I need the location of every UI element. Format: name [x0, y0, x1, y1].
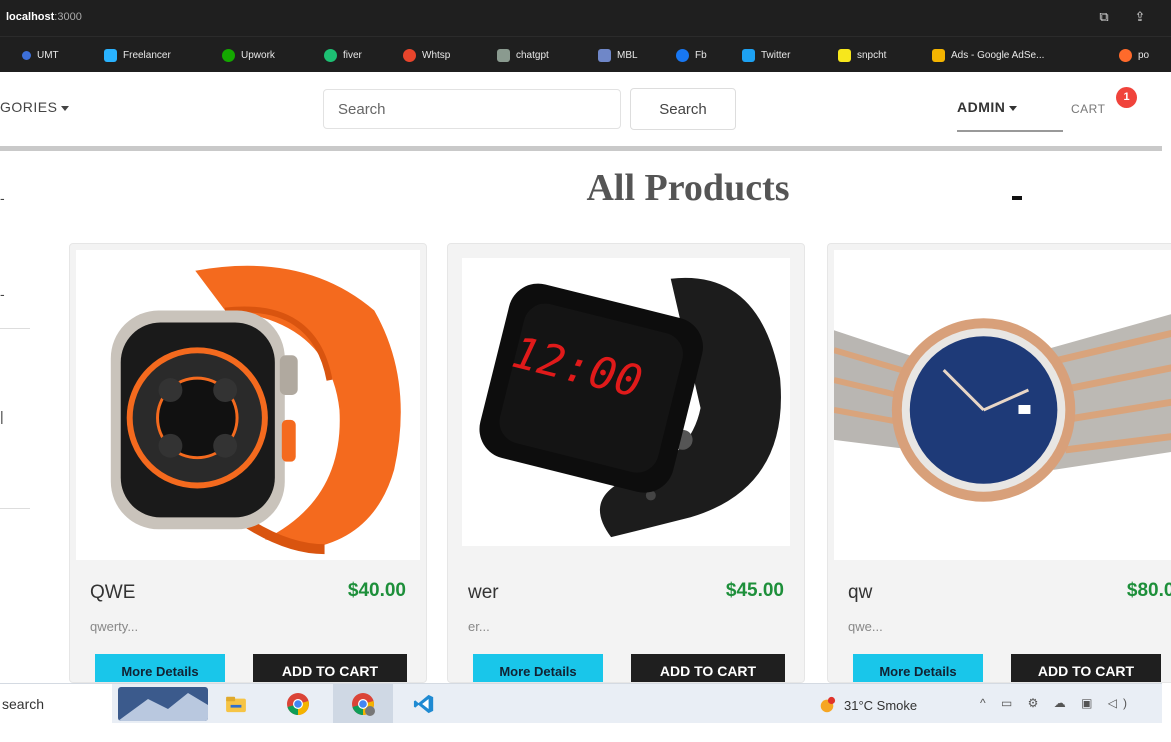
sidebar-divider [0, 328, 30, 329]
weather-widget[interactable]: 31°C Smoke [818, 696, 917, 714]
bookmark-favicon-icon [932, 48, 945, 62]
bookmark-label: fiver [343, 49, 362, 61]
bookmark-favicon-icon [1119, 48, 1132, 62]
more-details-button[interactable]: More Details [473, 654, 603, 682]
bookmark-favicon-icon [497, 48, 510, 62]
bookmark-label: UMT [37, 49, 59, 61]
add-to-cart-button[interactable]: ADD TO CART [631, 654, 785, 682]
bookmark-favicon-icon [838, 48, 851, 62]
more-details-button[interactable]: More Details [853, 654, 983, 682]
more-details-button[interactable]: More Details [95, 654, 225, 682]
chevron-down-icon [61, 105, 70, 111]
product-description: qwe... [848, 619, 883, 634]
weather-text: 31°C Smoke [844, 697, 918, 713]
share-icon[interactable]: ⇪ [1132, 10, 1148, 24]
add-to-cart-button[interactable]: ADD TO CART [253, 654, 407, 682]
bookmark-favicon-icon [403, 48, 416, 62]
taskbar-search-box[interactable]: search [0, 684, 112, 724]
bookmark-label: MBL [617, 49, 638, 61]
bookmark-favicon-icon [598, 48, 611, 62]
chrome-profile-icon[interactable] [349, 690, 377, 718]
categories-dropdown[interactable]: GORIES [0, 99, 70, 115]
browser-title-bar: localhost:3000 ⧉ ⇪ [0, 0, 1171, 36]
chrome-icon[interactable] [284, 690, 312, 718]
bookmark-favicon-icon [104, 48, 117, 62]
admin-active-underline [957, 130, 1063, 132]
product-price: $80.00 [1126, 580, 1171, 601]
bottom-edge [0, 723, 1171, 742]
product-name: qw [848, 582, 873, 603]
admin-label: ADMIN [957, 99, 1006, 115]
bookmark-item[interactable]: MBL [598, 48, 638, 62]
bookmark-label: Ads - Google AdSe... [951, 49, 1045, 61]
bookmark-item[interactable]: fiver [324, 48, 362, 62]
bookmark-label: Fb [695, 49, 707, 61]
sidebar-divider [0, 508, 30, 509]
search-input[interactable] [323, 89, 621, 129]
product-price: $45.00 [725, 580, 784, 601]
bookmark-item[interactable]: chatgpt [497, 48, 549, 62]
product-name: QWE [90, 582, 136, 603]
product-image-orange-smartwatch[interactable] [76, 250, 420, 560]
bookmark-label: snpcht [857, 49, 887, 61]
bookmark-item[interactable]: Upwork [222, 48, 275, 62]
file-explorer-icon[interactable] [222, 690, 250, 718]
product-description: er... [468, 619, 490, 634]
chevron-down-icon [1009, 105, 1018, 111]
system-tray-icons[interactable]: ^ ▭ ⚙ ☁ ▣ ◁) [980, 696, 1133, 710]
install-app-icon[interactable]: ⧉ [1096, 10, 1112, 24]
cart-link[interactable]: CART [1071, 102, 1105, 116]
page-title: All Products [586, 167, 790, 209]
bookmark-favicon-icon [742, 48, 755, 62]
add-to-cart-button[interactable]: ADD TO CART [1011, 654, 1161, 682]
product-price: $40.00 [347, 580, 406, 601]
taskbar-search-label: search [2, 696, 45, 712]
bookmark-label: chatgpt [516, 49, 549, 61]
stray-mark [1012, 196, 1022, 200]
bookmark-label: Whtsp [422, 49, 451, 61]
bookmark-label: Twitter [761, 49, 791, 61]
sidebar-fragment: - [0, 286, 5, 302]
search-highlight-thumbnail[interactable] [118, 687, 208, 721]
bookmark-favicon-icon [324, 48, 337, 62]
product-card: QWE $40.00 qwerty... More Details ADD TO… [69, 243, 427, 683]
address-bar[interactable]: localhost:3000 [6, 11, 82, 23]
admin-dropdown[interactable]: ADMIN [957, 99, 1063, 115]
bookmarks-bar: UMT Freelancer Upwork fiver Whtsp chatgp… [0, 36, 1171, 72]
os-taskbar: search 31°C Smoke ^ ▭ ⚙ ☁ ▣ ◁) [0, 683, 1162, 724]
navbar-divider [0, 146, 1162, 151]
product-image-black-led-watch[interactable]: 12:00 [462, 258, 790, 546]
cart-count-badge: 1 [1116, 87, 1137, 108]
weather-sun-icon [820, 696, 836, 713]
product-card: qw $80.00 qwe... More Details ADD TO CAR… [827, 243, 1171, 683]
search-button[interactable]: Search [630, 88, 736, 130]
bookmark-label: Freelancer [123, 49, 171, 61]
bookmark-item[interactable]: po [1119, 48, 1149, 62]
bookmark-label: Upwork [241, 49, 275, 61]
bookmark-favicon-icon [676, 48, 689, 62]
url-host: localhost [6, 11, 55, 23]
bookmark-favicon-icon [222, 48, 235, 62]
bookmark-item[interactable]: Ads - Google AdSe... [932, 48, 1044, 62]
bookmark-item[interactable]: snpcht [838, 48, 886, 62]
product-card: 12:00 wer $45.00 er... More Details ADD … [447, 243, 805, 683]
site-navbar: GORIES Search ADMIN CART 1 [0, 72, 1171, 146]
product-description: qwerty... [90, 619, 139, 634]
vscode-icon[interactable] [410, 690, 438, 718]
bookmark-item[interactable]: Twitter [742, 48, 790, 62]
bookmark-item[interactable]: Freelancer [104, 48, 171, 62]
bookmark-favicon-icon [22, 50, 31, 60]
product-image-steel-analog-watch[interactable] [834, 250, 1171, 560]
bookmark-item[interactable]: Whtsp [403, 48, 450, 62]
categories-label: GORIES [0, 99, 58, 115]
sidebar-fragment: | [0, 408, 4, 424]
bookmark-label: po [1138, 49, 1150, 61]
product-name: wer [468, 582, 499, 603]
bookmark-item[interactable]: Fb [676, 48, 707, 62]
url-port: :3000 [54, 11, 82, 23]
bookmark-item[interactable]: UMT [22, 48, 59, 62]
